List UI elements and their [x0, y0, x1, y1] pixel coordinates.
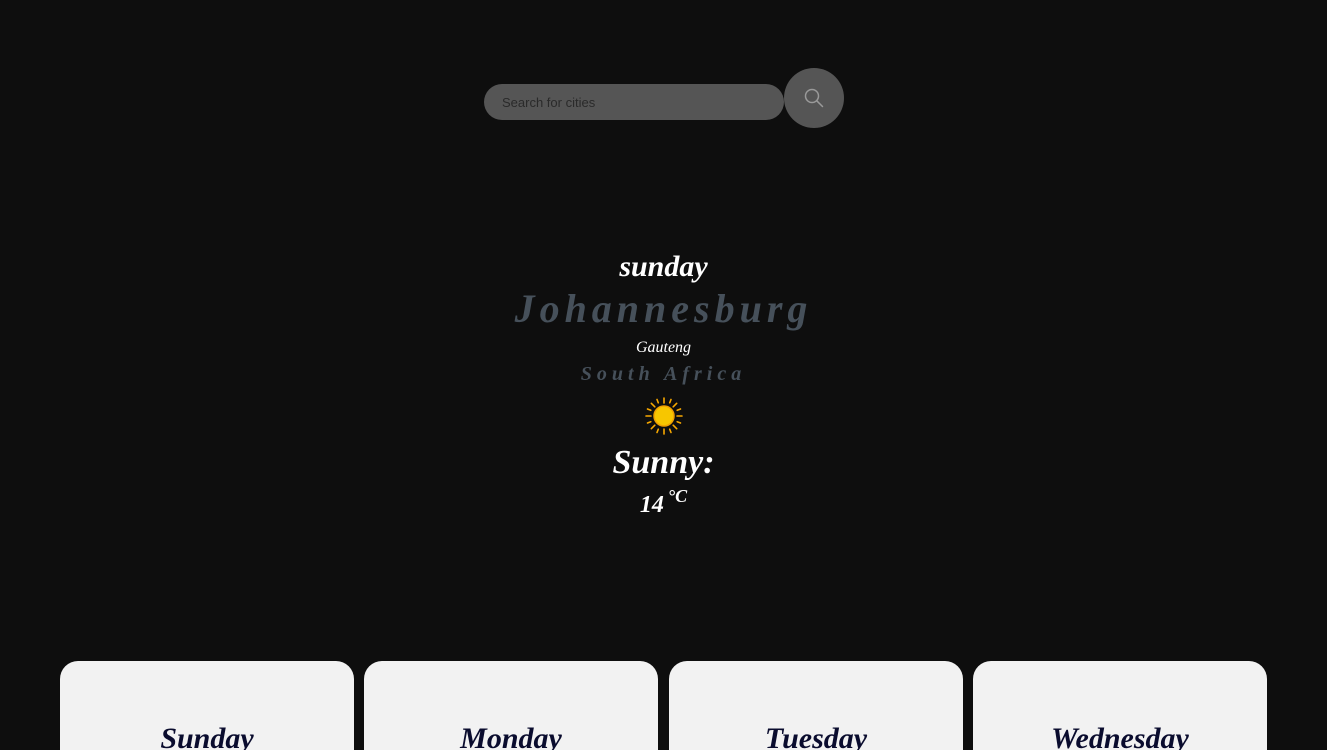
- current-day: sunday: [619, 250, 708, 283]
- region-name: Gauteng: [635, 339, 692, 356]
- weather-condition: Sunny:: [612, 444, 715, 481]
- forecast-day-label: Monday: [460, 722, 562, 750]
- temperature: 14 °C: [0, 482, 1327, 518]
- forecast-card-tuesday: Tuesday: [669, 661, 963, 750]
- search-bar: [484, 68, 844, 128]
- forecast-card-sunday: Sunday: [60, 661, 354, 750]
- search-icon: [804, 88, 824, 108]
- current-weather: sunday Johannesburg Gauteng South Africa…: [0, 248, 1327, 518]
- temperature-value: 14: [639, 492, 664, 518]
- sun-icon: [644, 397, 683, 435]
- temperature-unit: °C: [667, 486, 688, 506]
- forecast-day-label: Sunday: [160, 722, 254, 750]
- search-button[interactable]: [784, 68, 844, 128]
- forecast-cards: Sunday Monday Tuesday Wednesday: [60, 661, 1267, 750]
- forecast-day-label: Wednesday: [1051, 722, 1189, 750]
- forecast-day-label: Tuesday: [764, 722, 868, 750]
- search-input[interactable]: [484, 84, 784, 120]
- forecast-card-monday: Monday: [364, 661, 658, 750]
- country-name: South Africa: [580, 363, 747, 385]
- forecast-card-wednesday: Wednesday: [973, 661, 1267, 750]
- city-name: Johannesburg: [514, 286, 813, 331]
